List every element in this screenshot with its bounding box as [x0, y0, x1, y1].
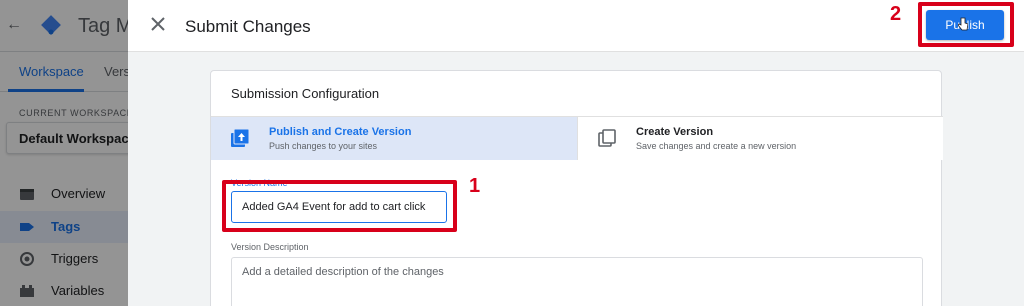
- option-publish-and-create-version[interactable]: Publish and Create Version Push changes …: [211, 117, 577, 160]
- annotation-step-2: 2: [890, 3, 902, 25]
- publish-upload-icon: [231, 129, 249, 147]
- version-description-input[interactable]: [231, 257, 923, 306]
- option-subtitle: Push changes to your sites: [269, 141, 378, 151]
- annotation-step-1: 1: [469, 175, 481, 197]
- panel-header: Submit Changes 2 Publish: [128, 0, 1024, 52]
- card-title: Submission Configuration: [231, 86, 380, 101]
- option-subtitle: Save changes and create a new version: [636, 141, 797, 151]
- panel-title: Submit Changes: [185, 17, 311, 36]
- option-title: Create Version: [636, 126, 714, 138]
- option-title: Publish and Create Version: [269, 126, 412, 138]
- modal-backdrop[interactable]: [0, 0, 128, 306]
- submission-options: Publish and Create Version Push changes …: [211, 116, 943, 160]
- close-icon[interactable]: [148, 14, 168, 34]
- hand-cursor-icon: [958, 17, 968, 31]
- version-name-highlight-box: [222, 180, 457, 232]
- copy-version-icon: [598, 129, 616, 147]
- submit-changes-panel: Submit Changes 2 Publish Submission Conf…: [128, 0, 1024, 306]
- version-description-label: Version Description: [231, 242, 309, 252]
- option-create-version[interactable]: Create Version Save changes and create a…: [577, 117, 943, 160]
